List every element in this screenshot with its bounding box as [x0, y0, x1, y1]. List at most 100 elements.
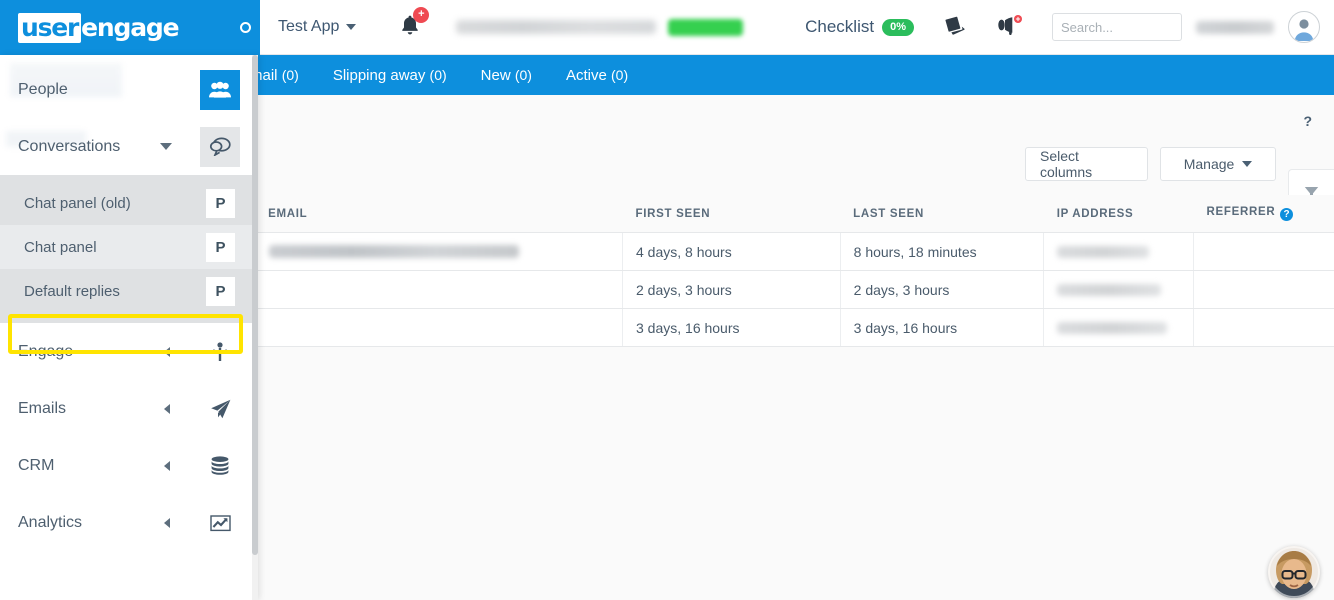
search-box[interactable] — [1052, 13, 1182, 41]
sidebar-item-crm[interactable]: CRM — [0, 437, 258, 494]
premium-badge: P — [206, 277, 235, 306]
tab-slipping-away[interactable]: Slipping away (0) — [333, 67, 447, 84]
sidebar-item-label: Conversations — [18, 138, 160, 156]
sidebar-item-chat-panel-old[interactable]: Chat panel (old) P — [0, 181, 258, 225]
people-icon — [200, 70, 240, 110]
magic-wand-icon — [200, 342, 240, 362]
top-header-bar: userengage Test App + Checklist 0% — [0, 0, 1334, 55]
manage-label: Manage — [1184, 156, 1235, 172]
header-right-zone: Checklist 0% — [805, 11, 1334, 43]
cell-ip-address — [1044, 271, 1194, 309]
brand-logo-first: user — [18, 13, 81, 43]
tab-active-count: (0) — [611, 67, 628, 83]
sidebar-item-label: Emails — [18, 400, 164, 418]
tab-new-count: (0) — [515, 67, 532, 83]
redacted-username — [1196, 21, 1274, 34]
app-root: userengage Test App + Checklist 0% — [0, 0, 1334, 600]
redacted-ip — [1057, 322, 1167, 334]
cell-last-seen: 8 hours, 18 minutes — [840, 233, 1044, 271]
premium-badge: P — [206, 189, 235, 218]
sidebar-item-emails[interactable]: Emails — [0, 380, 258, 437]
chevron-left-icon — [164, 404, 170, 414]
col-ip-address[interactable]: IP ADDRESS — [1044, 195, 1194, 233]
brand-logo[interactable]: userengage — [18, 13, 178, 42]
referrer-help-icon[interactable]: ? — [1280, 208, 1293, 221]
chevron-down-icon — [1242, 161, 1252, 167]
redacted-header-text — [456, 20, 656, 34]
tab-slipping-away-count: (0) — [430, 67, 447, 83]
col-referrer-label: REFERRER — [1207, 206, 1276, 218]
cell-referrer — [1194, 271, 1334, 309]
cell-ip-address — [1044, 233, 1194, 271]
announcements-button[interactable] — [997, 15, 1022, 40]
tab-active-label: Active — [566, 67, 607, 84]
sidebar-scrollbar[interactable] — [252, 55, 258, 600]
cell-first-seen: 2 days, 3 hours — [623, 271, 841, 309]
col-last-seen[interactable]: LAST SEEN — [840, 195, 1044, 233]
tab-active[interactable]: Active (0) — [566, 67, 628, 84]
redacted-status-pill — [668, 19, 743, 36]
app-switcher[interactable]: Test App — [278, 18, 356, 36]
chevron-left-icon — [164, 347, 170, 357]
avatar[interactable] — [1288, 11, 1320, 43]
cell-last-seen: 2 days, 3 hours — [840, 271, 1044, 309]
sidebar-item-label: Chat panel (old) — [24, 195, 206, 212]
cell-last-seen: 3 days, 16 hours — [840, 309, 1044, 347]
checklist-button[interactable]: Checklist 0% — [805, 17, 914, 37]
sidebar-item-engage[interactable]: Engage — [0, 323, 258, 380]
knowledge-base-button[interactable] — [944, 15, 967, 40]
sidebar-item-people[interactable]: People — [0, 61, 258, 118]
user-avatar-icon — [1290, 14, 1318, 42]
col-referrer[interactable]: REFERRER? — [1194, 195, 1334, 233]
tab-new-label: New — [481, 67, 511, 84]
cell-first-seen: 4 days, 8 hours — [623, 233, 841, 271]
notification-badge: + — [413, 7, 429, 23]
notifications-button[interactable]: + — [400, 14, 420, 41]
redacted-ip — [1057, 246, 1149, 258]
cell-email[interactable] — [255, 309, 622, 347]
sidebar-item-conversations[interactable]: Conversations — [0, 118, 258, 175]
cell-email[interactable] — [255, 271, 622, 309]
redacted-ip — [1057, 284, 1161, 296]
book-icon — [944, 15, 967, 35]
help-icon[interactable]: ? — [1303, 113, 1312, 129]
tab-slipping-away-label: Slipping away — [333, 67, 426, 84]
logo-zone: userengage — [0, 0, 260, 55]
collapse-sidebar-icon[interactable] — [240, 22, 251, 33]
sidebar-item-label: Analytics — [18, 514, 164, 532]
cell-first-seen: 3 days, 16 hours — [623, 309, 841, 347]
select-columns-label: Select columns — [1040, 148, 1133, 180]
tab-new[interactable]: New (0) — [481, 67, 532, 84]
select-columns-button[interactable]: Select columns — [1025, 147, 1148, 181]
paper-plane-icon — [200, 399, 240, 419]
sidebar-item-label: Engage — [18, 343, 164, 361]
manage-button[interactable]: Manage — [1160, 147, 1276, 181]
app-switcher-label: Test App — [278, 18, 339, 36]
megaphone-icon — [997, 15, 1022, 35]
tab-email-count: (0) — [282, 67, 299, 83]
chevron-down-icon — [160, 143, 172, 150]
database-icon — [200, 456, 240, 475]
support-agent-photo — [1268, 546, 1320, 598]
sidebar-item-label: Chat panel — [24, 239, 206, 256]
sidebar-item-label: Default replies — [24, 283, 206, 300]
cell-ip-address — [1044, 309, 1194, 347]
sidebar-scrollbar-thumb[interactable] — [252, 55, 258, 555]
sidebar-item-analytics[interactable]: Analytics — [0, 494, 258, 551]
premium-badge: P — [206, 233, 235, 262]
col-email[interactable]: EMAIL — [255, 195, 622, 233]
chevron-left-icon — [164, 518, 170, 528]
support-chat-avatar[interactable] — [1268, 546, 1320, 598]
sidebar-item-label: People — [18, 81, 200, 99]
checklist-percent-badge: 0% — [882, 19, 914, 36]
redacted-email — [269, 245, 519, 258]
left-sidebar: People Conversations — [0, 55, 258, 600]
chart-line-icon — [200, 514, 240, 532]
chevron-left-icon — [164, 461, 170, 471]
cell-email[interactable] — [255, 233, 622, 271]
cell-referrer — [1194, 309, 1334, 347]
sidebar-item-default-replies[interactable]: Default replies P — [0, 269, 258, 313]
col-first-seen[interactable]: FIRST SEEN — [623, 195, 841, 233]
checklist-label: Checklist — [805, 17, 874, 37]
sidebar-item-chat-panel[interactable]: Chat panel P — [0, 225, 258, 269]
